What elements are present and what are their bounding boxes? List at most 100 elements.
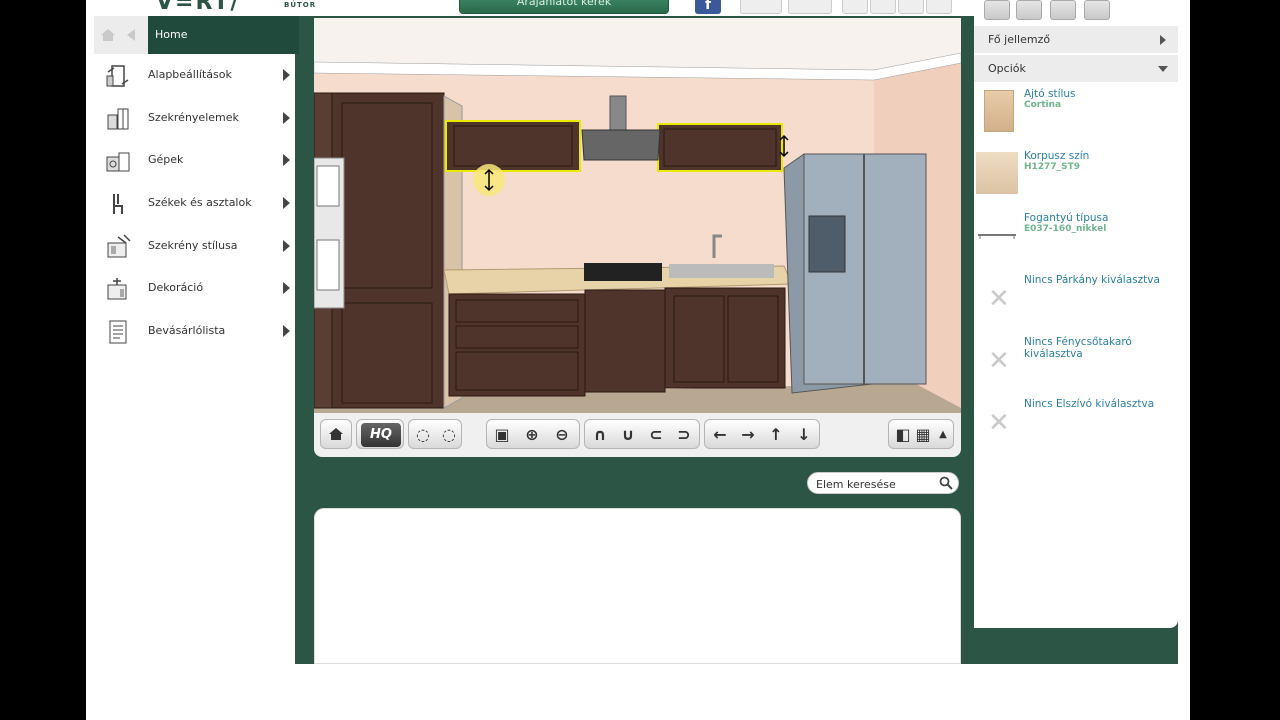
- arrow-down-icon[interactable]: ↓: [792, 423, 816, 447]
- lighting-group: ◌ ◌: [408, 419, 462, 449]
- light-on-icon[interactable]: ◌: [411, 423, 435, 447]
- rotate-right-icon[interactable]: ⊃: [672, 423, 696, 447]
- pan-group: ← → ↑ ↓: [704, 419, 820, 449]
- chevron-right-icon: [283, 112, 290, 124]
- chevron-right-icon: [283, 69, 290, 81]
- option-light-cover[interactable]: ✕ Nincs Fénycsőtakaró kiválasztva: [974, 336, 1178, 398]
- brand-logo: V=RT/: [156, 0, 241, 15]
- option-value: H1277_ST9: [1024, 162, 1080, 172]
- sidebar-item-label: Szekrényelemek: [148, 111, 239, 124]
- brand-logo-sub: BÚTOR: [284, 1, 317, 9]
- search-icon[interactable]: [939, 476, 953, 490]
- option-title: Korpusz szín: [1024, 150, 1090, 162]
- new-project-button[interactable]: [740, 0, 782, 14]
- zoom-out-icon[interactable]: ⊖: [550, 423, 574, 447]
- accordion-options[interactable]: Opciók: [974, 55, 1178, 83]
- chevron-down-icon: [1158, 66, 1168, 72]
- 3d-viewport[interactable]: [314, 18, 961, 413]
- home-icon[interactable]: [100, 28, 116, 42]
- properties-toolbar: [974, 0, 1178, 26]
- share-icon[interactable]: [926, 0, 952, 14]
- screen: V=RT/ BÚTOR Árajánlatot kérek f Home Ala…: [86, 0, 1190, 720]
- option-body-color[interactable]: Korpusz szín H1277_ST9: [974, 150, 1178, 212]
- arrow-up-icon[interactable]: ↑: [764, 423, 788, 447]
- body-color-thumb: [976, 152, 1018, 194]
- search-input[interactable]: [816, 476, 936, 492]
- option-cornice[interactable]: ✕ Nincs Párkány kiválasztva: [974, 274, 1178, 336]
- option-handle-type[interactable]: Fogantyú típusa E037-160_nikkel: [974, 212, 1178, 274]
- top-bar: V=RT/ BÚTOR Árajánlatot kérek f: [94, 0, 974, 16]
- print-icon[interactable]: [870, 0, 896, 14]
- hq-render-button[interactable]: HQ: [356, 419, 404, 449]
- option-title: Nincs Elszívó kiválasztva: [1024, 398, 1155, 410]
- settings-cabinet-icon: [106, 65, 129, 87]
- accordion-label: Opciók: [988, 62, 1026, 75]
- sidebar-item-label: Gépek: [148, 153, 184, 166]
- edit-tool-button[interactable]: [788, 0, 832, 14]
- properties-panel: Fő jellemző Opciók Ajtó stílus Cortina K…: [974, 0, 1178, 628]
- rotate-left-icon[interactable]: ⊂: [644, 423, 668, 447]
- request-quote-button[interactable]: Árajánlatot kérek: [459, 0, 669, 14]
- chevron-right-icon: [283, 325, 290, 337]
- shopping-list-icon: [109, 320, 127, 344]
- chevron-right-icon: [283, 197, 290, 209]
- sidebar-item-szekek-es-asztalok[interactable]: Székek és asztalok: [94, 184, 299, 224]
- none-x-icon: ✕: [988, 284, 1010, 314]
- cabinet-elements-icon: [107, 108, 129, 130]
- appliances-icon: [106, 152, 130, 172]
- sidebar-item-dekoracio[interactable]: Dekoráció: [94, 269, 299, 309]
- back-arrow-icon[interactable]: [126, 29, 136, 41]
- kitchen-planner-app: V=RT/ BÚTOR Árajánlatot kérek f Home Ala…: [94, 0, 1178, 664]
- magnify-icon[interactable]: [1084, 0, 1110, 20]
- save-icon[interactable]: [842, 0, 868, 14]
- option-title: Nincs Fénycsőtakaró kiválasztva: [1024, 336, 1132, 360]
- chair-table-icon: [113, 194, 123, 214]
- sidebar-item-label: Dekoráció: [148, 281, 204, 294]
- option-extractor[interactable]: ✕ Nincs Elszívó kiválasztva: [974, 398, 1178, 460]
- none-x-icon: ✕: [988, 408, 1010, 438]
- facebook-icon[interactable]: f: [695, 0, 721, 14]
- view-toolbar: HQ ◌ ◌ ▣ ⊕ ⊖ ∩ ∪ ⊂ ⊃ ← → ↑ ↓ ◧ ▦ ▲: [314, 413, 961, 457]
- cabinet-style-icon: [107, 234, 131, 258]
- zoom-in-icon[interactable]: ⊕: [520, 423, 544, 447]
- sidebar-item-label: Alapbeállítások: [148, 68, 232, 81]
- arrow-left-icon[interactable]: ←: [708, 423, 732, 447]
- sidebar-item-label: Bevásárlólista: [148, 324, 226, 337]
- catalog-icon[interactable]: [984, 0, 1010, 20]
- kitchen-3d-scene[interactable]: [314, 18, 961, 413]
- view-mode-dropdown[interactable]: ◧ ▦ ▲: [888, 419, 954, 449]
- option-title: Fogantyú típusa: [1024, 212, 1109, 224]
- sidebar-item-gepek[interactable]: Gépek: [94, 141, 299, 181]
- rotate-down-icon[interactable]: ∪: [616, 423, 640, 447]
- option-value: Cortina: [1024, 100, 1062, 110]
- rotate-up-icon[interactable]: ∩: [588, 423, 612, 447]
- zoom-group: ▣ ⊕ ⊖: [486, 419, 580, 449]
- sidebar-item-alapbeallitasok[interactable]: Alapbeállítások: [94, 56, 299, 96]
- sidebar-item-label: Székek és asztalok: [148, 196, 252, 209]
- zoom-fit-icon[interactable]: ▣: [490, 423, 514, 447]
- home-view-button[interactable]: [320, 419, 352, 449]
- sidebar-item-label: Szekrény stílusa: [148, 239, 238, 252]
- breadcrumb-home[interactable]: Home: [148, 16, 299, 54]
- arrow-right-icon[interactable]: →: [736, 423, 760, 447]
- handle-thumb: [978, 234, 1016, 239]
- option-title: Nincs Párkány kiválasztva: [1024, 274, 1160, 286]
- home-icon: [329, 428, 343, 440]
- sidebar-item-bevasarlolista[interactable]: Bevásárlólista: [94, 312, 299, 352]
- chevron-right-icon: [283, 154, 290, 166]
- decoration-icon: [107, 278, 127, 300]
- trash-icon[interactable]: [1016, 0, 1042, 20]
- caret-up-icon: ▲: [939, 429, 947, 440]
- element-search: [807, 472, 959, 494]
- option-door-style[interactable]: Ajtó stílus Cortina: [974, 88, 1178, 150]
- sidebar-item-szekrenyelemek[interactable]: Szekrényelemek: [94, 99, 299, 139]
- sidebar-item-szekreny-stilusa[interactable]: Szekrény stílusa: [94, 227, 299, 267]
- accordion-main-features[interactable]: Fő jellemző: [974, 26, 1178, 54]
- duplicate-icon[interactable]: [1050, 0, 1076, 20]
- light-off-icon[interactable]: ◌: [437, 423, 461, 447]
- hq-label: HQ: [361, 423, 401, 447]
- email-icon[interactable]: [898, 0, 924, 14]
- breadcrumb: Home: [94, 16, 299, 54]
- chevron-right-icon: [1160, 35, 1166, 45]
- none-x-icon: ✕: [988, 346, 1010, 376]
